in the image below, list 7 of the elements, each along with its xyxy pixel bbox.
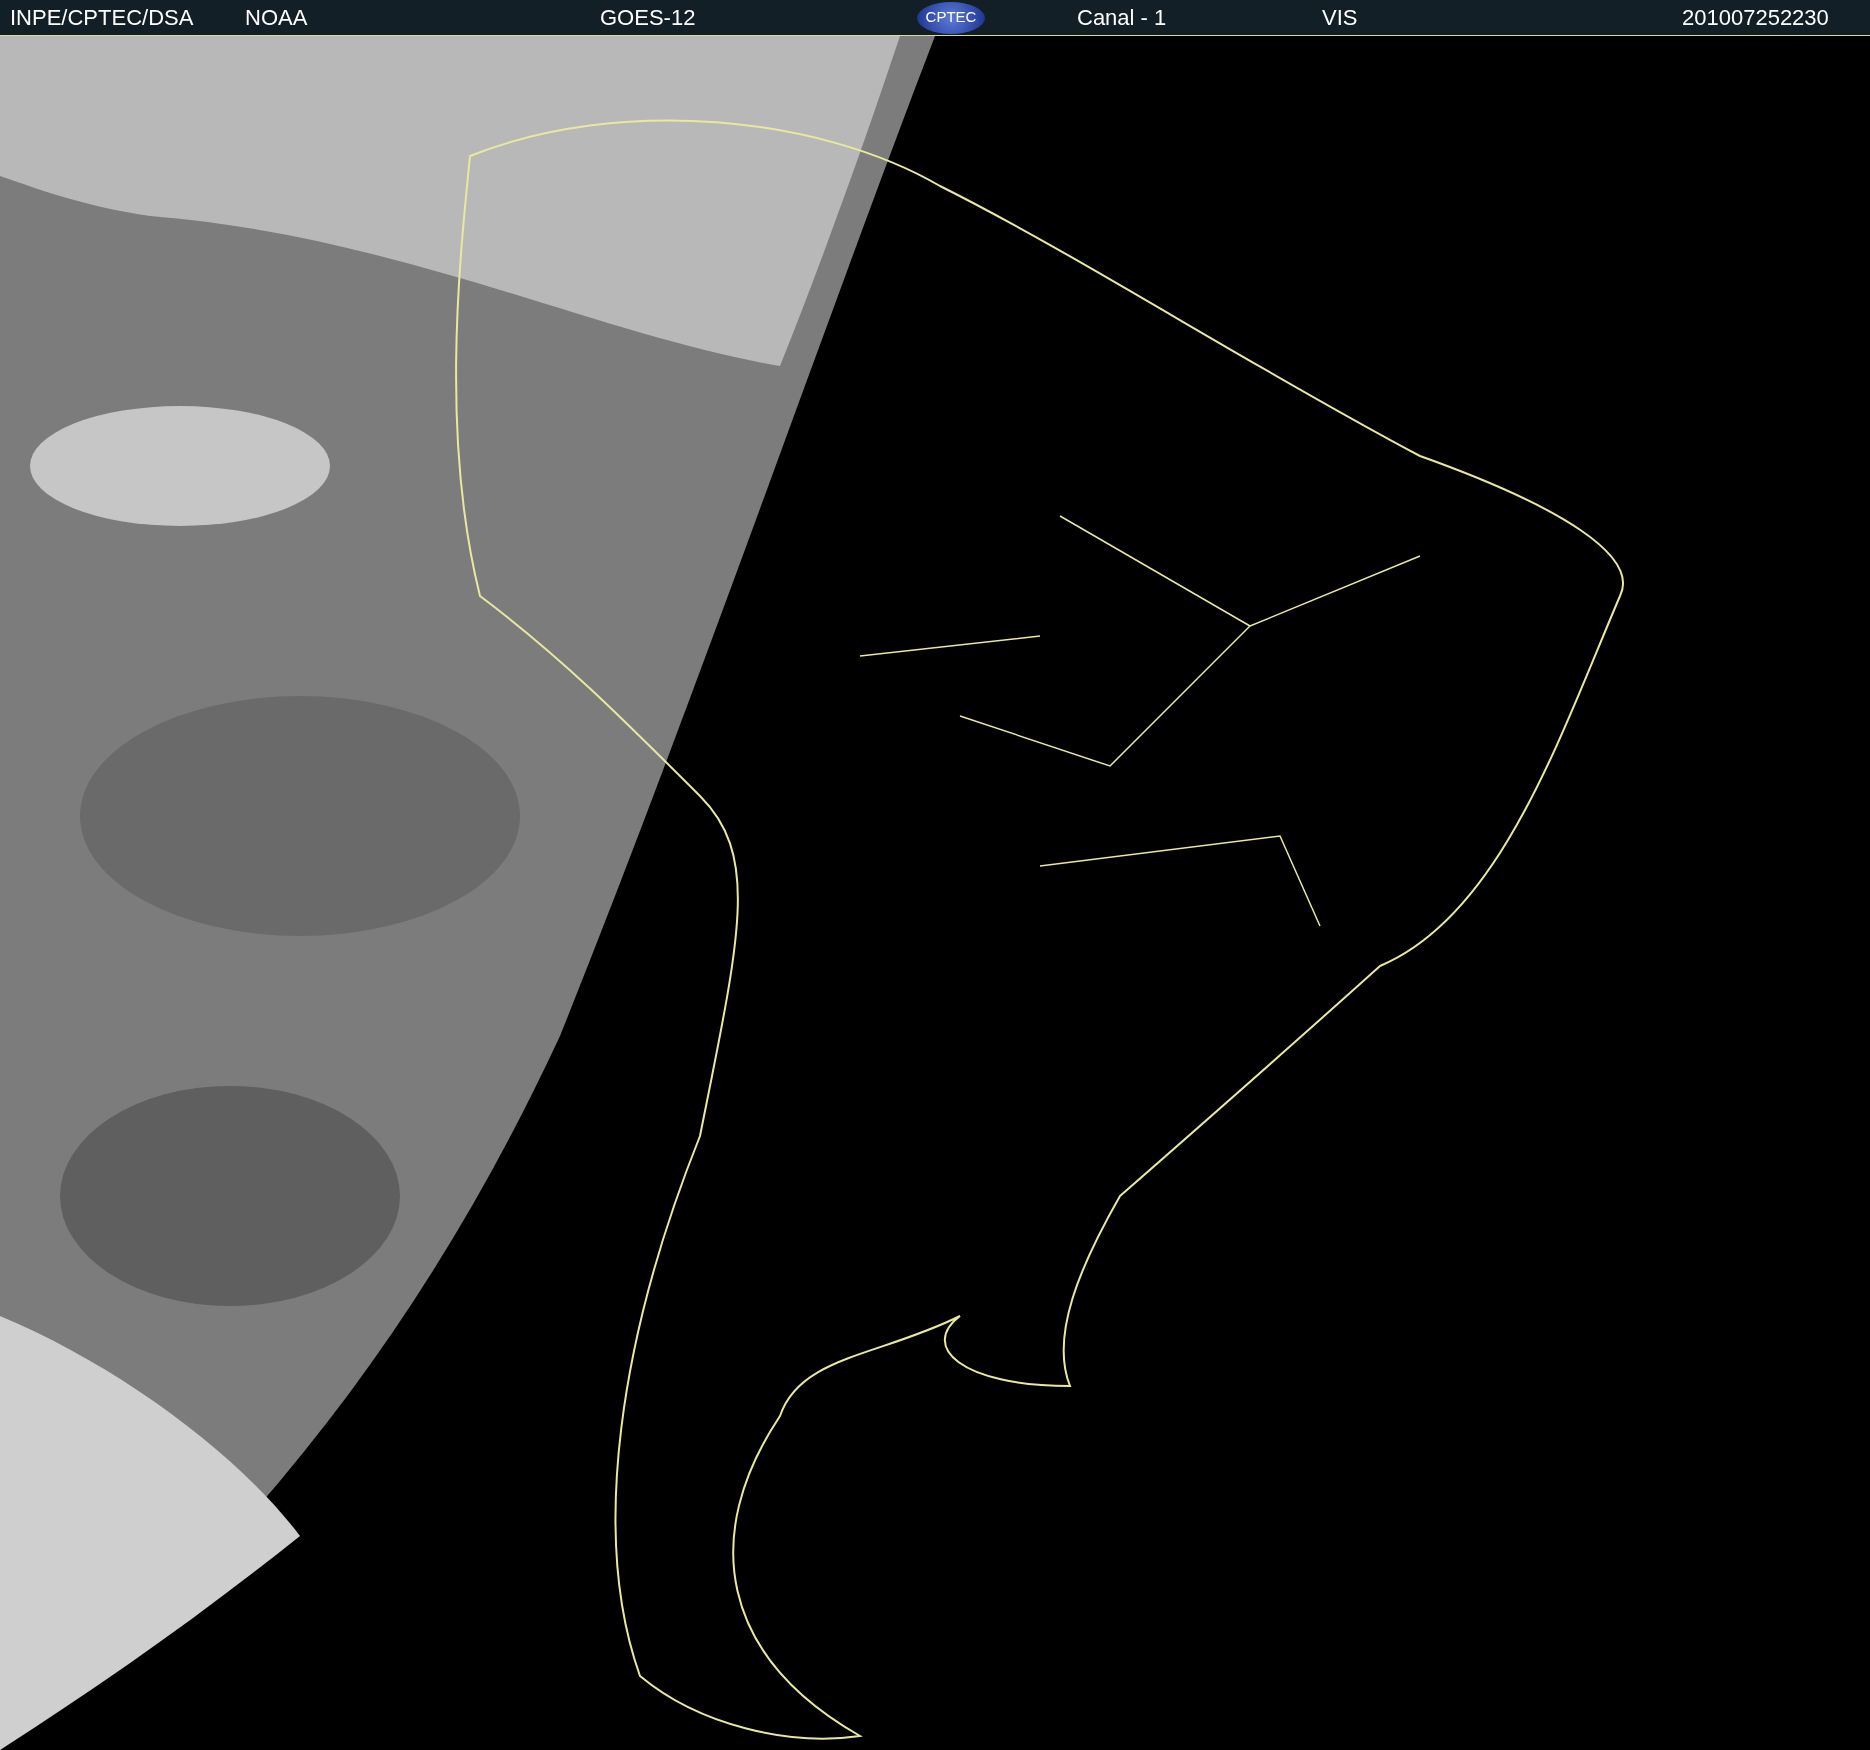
header-label: NOAA: [245, 5, 308, 30]
channel-label: Canal - 1: [1077, 5, 1167, 30]
timestamp: 201007252230: [1682, 4, 1829, 32]
header-label: INPE/CPTEC/DSA: [10, 5, 194, 30]
logo: CPTEC: [917, 1, 985, 34]
band-label: VIS: [1322, 5, 1358, 30]
header-label: GOES-12: [600, 5, 696, 30]
